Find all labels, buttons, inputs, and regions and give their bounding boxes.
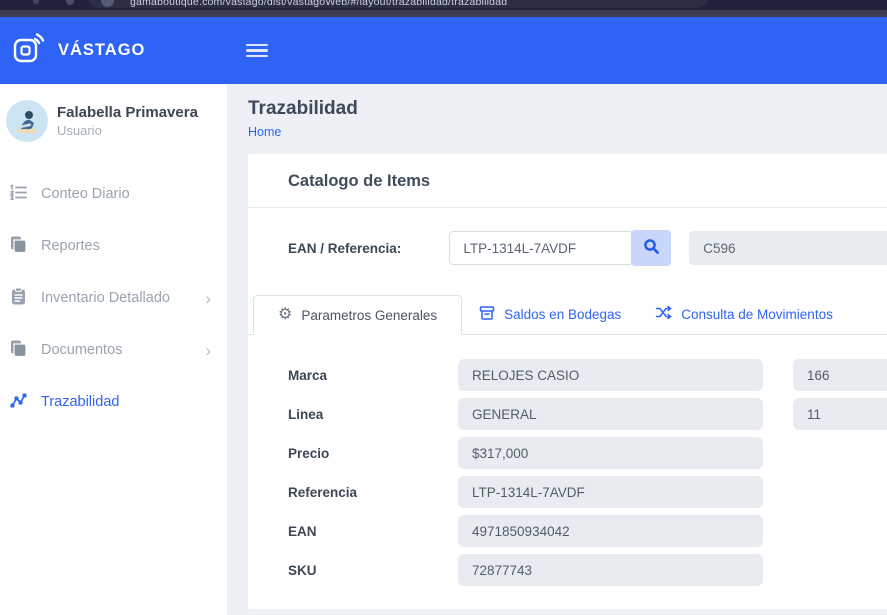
clipboard-icon (9, 287, 28, 310)
user-avatar (6, 100, 48, 142)
chevron-right-icon: › (205, 290, 211, 307)
referencia-value-input[interactable] (458, 476, 763, 508)
brand-name: VÁSTAGO (58, 41, 145, 60)
sku-value-input[interactable] (458, 554, 763, 586)
sidebar-menu: Conteo Diario Reportes (0, 156, 227, 428)
tab-label: Consulta de Movimientos (681, 307, 833, 322)
sidebar-item-label: Documentos (41, 342, 122, 358)
precio-value-input[interactable] (458, 437, 763, 469)
precio-label: Precio (288, 446, 458, 461)
browser-menu-icon[interactable] (33, 0, 39, 4)
marca-value-input[interactable] (458, 359, 763, 391)
field-row-ean: EAN (288, 515, 887, 547)
trace-network-icon (9, 391, 28, 414)
field-row-marca: Marca (288, 359, 887, 391)
field-row-sku: SKU (288, 554, 887, 586)
sidebar-item-documentos[interactable]: Documentos › (0, 324, 227, 376)
shuffle-icon (655, 304, 672, 324)
marca-label: Marca (288, 368, 458, 383)
brand[interactable]: VÁSTAGO (0, 31, 227, 70)
ean-search-row: EAN / Referencia: (248, 230, 887, 266)
ean-label: EAN (288, 524, 458, 539)
sidebar-item-conteo-diario[interactable]: Conteo Diario (0, 168, 227, 220)
tab-saldos-en-bodegas[interactable]: Saldos en Bodegas (462, 294, 638, 334)
linea-code-input[interactable] (793, 398, 887, 430)
bookmarks-bar (0, 10, 887, 17)
browser-chrome: gamaboutique.com/vastago/dist/vastagoWeb… (0, 0, 887, 17)
sidebar-item-trazabilidad[interactable]: Trazabilidad (0, 376, 227, 428)
sidebar-item-inventario-detallado[interactable]: Inventario Detallado › (0, 272, 227, 324)
page-title: Trazabilidad (248, 98, 887, 120)
main-content: Trazabilidad Home Catalogo de Items EAN … (227, 84, 887, 615)
sidebar: Falabella Primavera Usuario Conteo Diari… (0, 84, 227, 615)
catalog-card: Catalogo de Items EAN / Referencia: (248, 154, 887, 609)
tab-parametros-generales[interactable]: ⚙ Parametros Generales (253, 295, 462, 335)
item-code-input[interactable] (689, 231, 887, 265)
ean-referencia-label: EAN / Referencia: (288, 241, 449, 256)
rfid-tag-logo-icon (11, 31, 45, 70)
sidebar-item-label: Trazabilidad (41, 394, 119, 410)
sidebar-item-label: Inventario Detallado (41, 290, 170, 306)
extension-icon[interactable] (66, 0, 74, 5)
field-row-linea: Linea (288, 398, 887, 430)
tab-consulta-de-movimientos[interactable]: Consulta de Movimientos (638, 294, 850, 334)
card-title: Catalogo de Items (288, 172, 430, 190)
app-header: VÁSTAGO (0, 17, 887, 84)
referencia-label: Referencia (288, 485, 458, 500)
tab-label: Parametros Generales (301, 308, 437, 323)
user-name: Falabella Primavera (57, 104, 198, 121)
chevron-right-icon: › (205, 342, 211, 359)
sku-label: SKU (288, 563, 458, 578)
url-text: gamaboutique.com/vastago/dist/vastagoWeb… (130, 0, 507, 8)
field-row-precio: Precio (288, 437, 887, 469)
report-file-icon (9, 235, 28, 258)
ean-value-input[interactable] (458, 515, 763, 547)
tabs: ⚙ Parametros Generales Saldos en Bodegas (248, 294, 887, 335)
sidebar-item-reportes[interactable]: Reportes (0, 220, 227, 272)
ordered-list-icon (9, 183, 28, 206)
user-role: Usuario (57, 123, 198, 138)
sidebar-item-label: Reportes (41, 238, 100, 254)
marca-code-input[interactable] (793, 359, 887, 391)
tab-label: Saldos en Bodegas (504, 307, 621, 322)
user-panel: Falabella Primavera Usuario (0, 84, 227, 156)
search-icon (643, 238, 660, 258)
archive-box-icon (479, 305, 495, 324)
hamburger-menu-icon[interactable] (246, 41, 268, 61)
linea-value-input[interactable] (458, 398, 763, 430)
gear-icon: ⚙ (278, 307, 292, 323)
linea-label: Linea (288, 407, 458, 422)
parametros-form: Marca Linea Precio Referencia (248, 335, 887, 586)
card-header: Catalogo de Items (248, 154, 887, 208)
sidebar-item-label: Conteo Diario (41, 186, 130, 202)
documents-icon (9, 339, 28, 362)
field-row-referencia: Referencia (288, 476, 887, 508)
breadcrumb-home-link[interactable]: Home (248, 125, 887, 139)
ean-referencia-input[interactable] (449, 231, 631, 265)
search-button[interactable] (631, 230, 671, 266)
